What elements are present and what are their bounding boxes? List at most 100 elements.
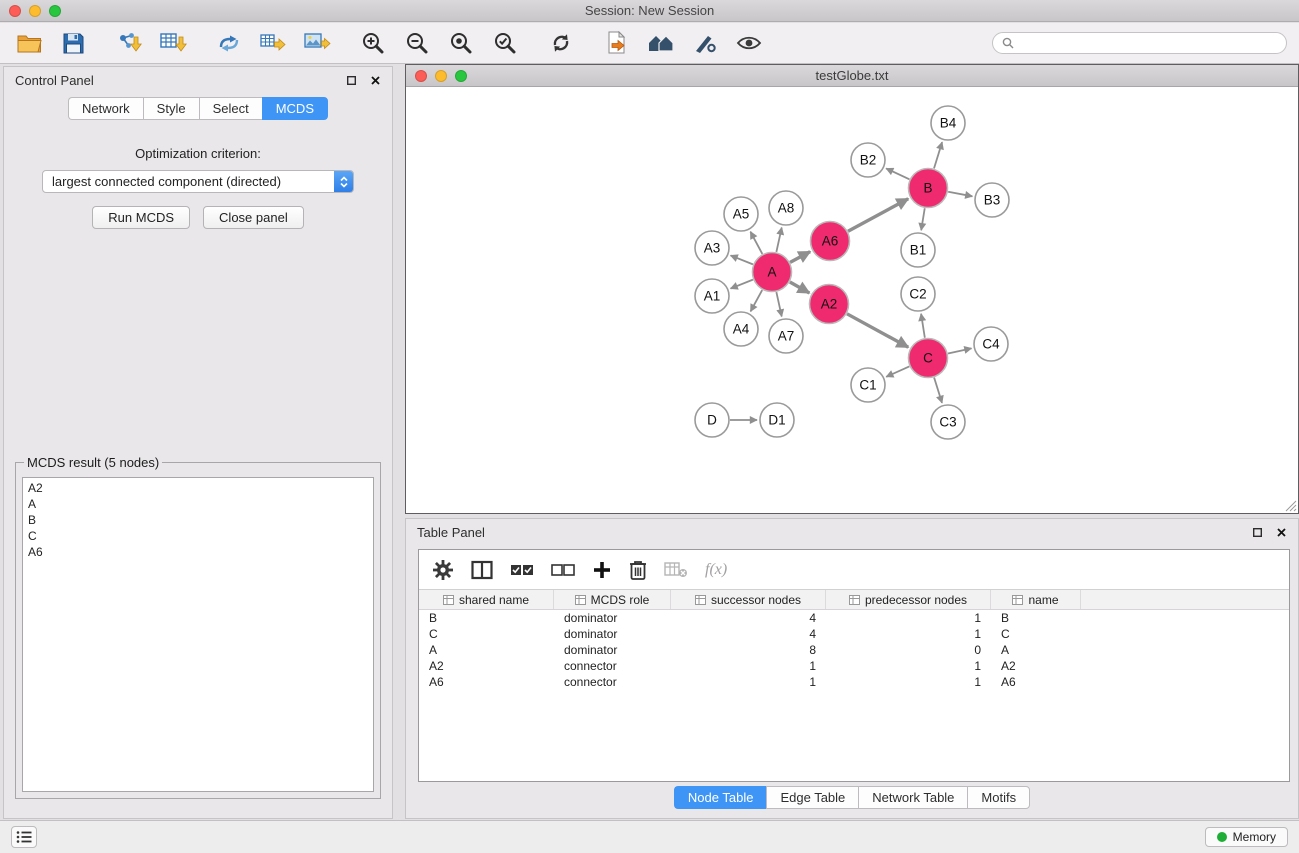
tab-select[interactable]: Select: [199, 97, 262, 120]
search-input[interactable]: [1019, 36, 1277, 50]
network-node[interactable]: D1: [760, 403, 794, 437]
style-brush-button[interactable]: [688, 27, 722, 59]
export-table-button[interactable]: [256, 27, 290, 59]
table-settings-button[interactable]: [432, 559, 454, 581]
column-header-mcds-role[interactable]: MCDS role: [554, 590, 671, 609]
zoom-window-button[interactable]: [49, 5, 61, 17]
table-row[interactable]: Adominator80A: [419, 642, 1289, 658]
optimization-criterion-select[interactable]: largest connected component (directed): [42, 170, 354, 193]
tab-style[interactable]: Style: [143, 97, 199, 120]
tab-edge-table[interactable]: Edge Table: [766, 786, 858, 809]
home-button[interactable]: [644, 27, 678, 59]
mcds-result-item[interactable]: A: [28, 496, 368, 512]
network-edge[interactable]: [934, 378, 942, 403]
network-node[interactable]: A5: [724, 197, 758, 231]
window-titlebar[interactable]: Session: New Session: [0, 0, 1299, 22]
network-node[interactable]: D: [695, 403, 729, 437]
mcds-result-item[interactable]: A2: [28, 480, 368, 496]
tab-network-table[interactable]: Network Table: [858, 786, 967, 809]
zoom-selected-button[interactable]: [488, 27, 522, 59]
show-graphics-details-button[interactable]: [732, 27, 766, 59]
save-session-button[interactable]: [56, 27, 90, 59]
network-node[interactable]: A8: [769, 191, 803, 225]
float-table-panel-icon[interactable]: [1251, 526, 1263, 538]
tab-node-table[interactable]: Node Table: [674, 786, 767, 809]
network-edge[interactable]: [886, 366, 909, 376]
network-from-selection-button[interactable]: [212, 27, 246, 59]
memory-button[interactable]: Memory: [1205, 827, 1288, 847]
network-edge[interactable]: [776, 292, 781, 316]
zoom-fit-button[interactable]: [444, 27, 478, 59]
network-node[interactable]: A7: [769, 319, 803, 353]
network-edge[interactable]: [790, 282, 810, 293]
network-node[interactable]: A: [753, 253, 792, 292]
network-edge[interactable]: [921, 208, 925, 230]
select-all-button[interactable]: [510, 562, 534, 578]
column-header-shared-name[interactable]: shared name: [419, 590, 554, 609]
zoom-out-button[interactable]: [400, 27, 434, 59]
show-columns-button[interactable]: [471, 560, 493, 580]
network-node[interactable]: C1: [851, 368, 885, 402]
add-column-button[interactable]: [592, 560, 612, 580]
tab-network[interactable]: Network: [68, 97, 143, 120]
network-node[interactable]: C: [909, 339, 948, 378]
network-edge[interactable]: [731, 255, 753, 264]
zoom-in-button[interactable]: [356, 27, 390, 59]
network-node[interactable]: C2: [901, 277, 935, 311]
network-node[interactable]: C3: [931, 405, 965, 439]
close-panel-button[interactable]: Close panel: [203, 206, 304, 229]
network-node[interactable]: C4: [974, 327, 1008, 361]
float-panel-icon[interactable]: [345, 74, 357, 86]
table-row[interactable]: Cdominator41C: [419, 626, 1289, 642]
mcds-result-item[interactable]: C: [28, 528, 368, 544]
mcds-result-item[interactable]: B: [28, 512, 368, 528]
open-session-button[interactable]: [12, 27, 46, 59]
network-node[interactable]: B4: [931, 106, 965, 140]
network-edge[interactable]: [948, 192, 972, 197]
network-node[interactable]: B: [909, 169, 948, 208]
task-history-button[interactable]: [11, 826, 37, 848]
minimize-window-button[interactable]: [29, 5, 41, 17]
column-header-successor-nodes[interactable]: successor nodes: [671, 590, 826, 609]
network-node[interactable]: B1: [901, 233, 935, 267]
session-snapshot-button[interactable]: [600, 27, 634, 59]
network-node[interactable]: A3: [695, 231, 729, 265]
export-image-button[interactable]: [300, 27, 334, 59]
network-node[interactable]: B3: [975, 183, 1009, 217]
mcds-result-item[interactable]: A6: [28, 544, 368, 560]
mcds-result-list[interactable]: A2ABCA6: [22, 477, 374, 792]
network-edge[interactable]: [886, 168, 909, 179]
network-edge[interactable]: [750, 232, 762, 254]
apply-layout-button[interactable]: [544, 27, 578, 59]
network-canvas[interactable]: AA1A2A3A4A5A6A7A8BB1B2B3B4CC1C2C3C4DD1: [406, 88, 1298, 513]
close-table-panel-icon[interactable]: [1275, 526, 1287, 538]
network-node[interactable]: A1: [695, 279, 729, 313]
column-header-name[interactable]: name: [991, 590, 1081, 609]
network-edge[interactable]: [848, 199, 908, 232]
run-mcds-button[interactable]: Run MCDS: [92, 206, 190, 229]
table-row[interactable]: Bdominator41B: [419, 610, 1289, 626]
close-panel-icon[interactable]: [369, 74, 381, 86]
network-window-titlebar[interactable]: testGlobe.txt: [406, 65, 1298, 87]
network-edge[interactable]: [921, 314, 925, 338]
network-edge[interactable]: [731, 280, 753, 289]
import-table-button[interactable]: [156, 27, 190, 59]
network-zoom-button[interactable]: [455, 70, 467, 82]
column-header-predecessor-nodes[interactable]: predecessor nodes: [826, 590, 991, 609]
network-edge[interactable]: [751, 290, 763, 311]
network-edge[interactable]: [948, 348, 971, 353]
deselect-all-button[interactable]: [551, 562, 575, 578]
table-row[interactable]: A6connector11A6: [419, 674, 1289, 690]
network-node[interactable]: A4: [724, 312, 758, 346]
close-window-button[interactable]: [9, 5, 21, 17]
delete-column-button[interactable]: [629, 559, 647, 581]
tab-mcds[interactable]: MCDS: [262, 97, 328, 120]
network-close-button[interactable]: [415, 70, 427, 82]
resize-corner-icon[interactable]: [1285, 500, 1297, 512]
tab-motifs[interactable]: Motifs: [967, 786, 1030, 809]
network-edge[interactable]: [776, 228, 781, 252]
network-edge[interactable]: [847, 314, 908, 347]
table-row[interactable]: A2connector11A2: [419, 658, 1289, 674]
network-edge[interactable]: [934, 142, 942, 168]
network-node[interactable]: A2: [810, 285, 849, 324]
